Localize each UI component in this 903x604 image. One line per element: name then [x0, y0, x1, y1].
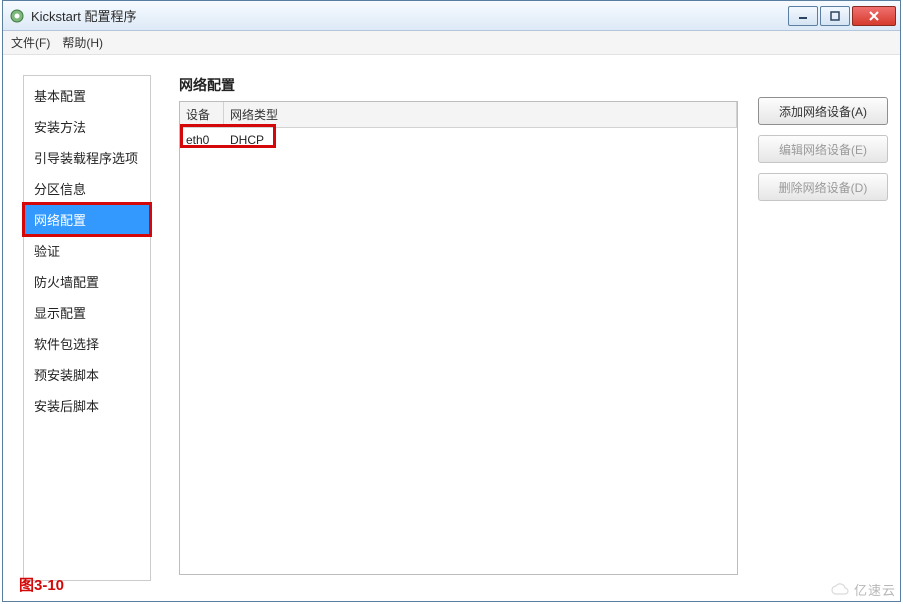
sidebar-item-bootloader[interactable]: 引导装载程序选项 [24, 142, 150, 173]
column-header-type[interactable]: 网络类型 [224, 102, 737, 127]
maximize-button[interactable] [820, 6, 850, 26]
action-buttons: 添加网络设备(A) 编辑网络设备(E) 删除网络设备(D) [758, 75, 888, 581]
column-header-device[interactable]: 设备 [180, 102, 224, 127]
sidebar: 基本配置 安装方法 引导装载程序选项 分区信息 网络配置 验证 防火墙配置 显示… [23, 75, 151, 581]
watermark: 亿速云 [830, 580, 896, 599]
delete-device-button[interactable]: 删除网络设备(D) [758, 173, 888, 201]
sidebar-item-network[interactable]: 网络配置 [24, 204, 150, 235]
close-button[interactable] [852, 6, 896, 26]
device-table: 设备 网络类型 eth0 DHCP [179, 101, 738, 575]
window-controls [788, 6, 896, 26]
sidebar-item-basic[interactable]: 基本配置 [24, 80, 150, 111]
cell-device: eth0 [180, 128, 224, 152]
menubar: 文件(F) 帮助(H) [3, 31, 900, 55]
menu-help[interactable]: 帮助(H) [62, 34, 103, 51]
minimize-button[interactable] [788, 6, 818, 26]
content-area: 基本配置 安装方法 引导装载程序选项 分区信息 网络配置 验证 防火墙配置 显示… [3, 55, 900, 601]
menu-file[interactable]: 文件(F) [11, 34, 50, 51]
sidebar-item-auth[interactable]: 验证 [24, 235, 150, 266]
section-title: 网络配置 [179, 75, 738, 95]
cell-type: DHCP [224, 128, 737, 152]
sidebar-item-prescript[interactable]: 预安装脚本 [24, 359, 150, 390]
figure-label: 图3-10 [19, 574, 64, 595]
table-row[interactable]: eth0 DHCP [180, 128, 737, 152]
titlebar: Kickstart 配置程序 [3, 1, 900, 31]
main-panel: 网络配置 设备 网络类型 eth0 DHCP 添加网络设备(A) 编辑网络设备(… [179, 75, 888, 581]
watermark-text: 亿速云 [854, 580, 896, 599]
sidebar-item-packages[interactable]: 软件包选择 [24, 328, 150, 359]
sidebar-item-display[interactable]: 显示配置 [24, 297, 150, 328]
sidebar-item-firewall[interactable]: 防火墙配置 [24, 266, 150, 297]
app-window: Kickstart 配置程序 文件(F) 帮助(H) 基本配置 安装方法 引导装… [2, 0, 901, 602]
edit-device-button[interactable]: 编辑网络设备(E) [758, 135, 888, 163]
sidebar-item-partition[interactable]: 分区信息 [24, 173, 150, 204]
add-device-button[interactable]: 添加网络设备(A) [758, 97, 888, 125]
cloud-icon [830, 583, 850, 597]
window-title: Kickstart 配置程序 [31, 6, 136, 25]
sidebar-item-install[interactable]: 安装方法 [24, 111, 150, 142]
sidebar-item-postscript[interactable]: 安装后脚本 [24, 390, 150, 421]
app-icon [9, 8, 25, 24]
table-header: 设备 网络类型 [180, 102, 737, 128]
